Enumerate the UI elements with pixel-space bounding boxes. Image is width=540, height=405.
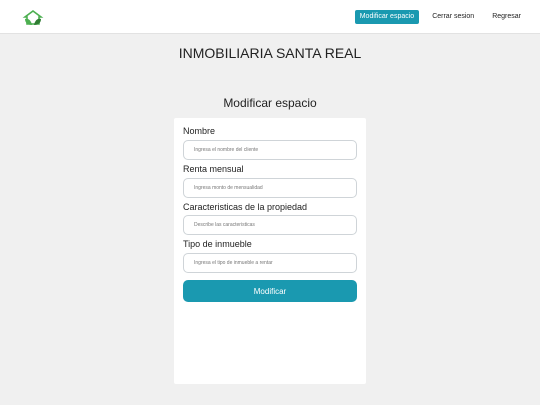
nav-link-cerrar-sesion[interactable]: Cerrar sesion xyxy=(427,10,479,24)
tipo-inmueble-label: Tipo de inmueble xyxy=(183,239,252,249)
brand-title: INMOBILIARIA SANTA REAL xyxy=(178,45,362,61)
nav-link-regresar[interactable]: Regresar xyxy=(487,10,526,24)
leaf-house-icon[interactable] xyxy=(22,9,44,27)
nav-links: Modificar espacio Cerrar sesion Regresar xyxy=(354,10,526,24)
tipo-inmueble-input[interactable] xyxy=(183,253,357,273)
caracteristicas-label: Caracteristicas de la propiedad xyxy=(183,202,308,212)
nombre-label: Nombre xyxy=(183,126,216,136)
caracteristicas-input[interactable] xyxy=(183,215,357,235)
modificar-button[interactable]: Modificar xyxy=(183,280,357,302)
renta-mensual-label: Renta mensual xyxy=(183,164,244,174)
nombre-input[interactable] xyxy=(183,140,357,160)
page-title: Modificar espacio xyxy=(223,96,317,110)
renta-mensual-input[interactable] xyxy=(183,178,357,198)
nav-link-modificar-espacio[interactable]: Modificar espacio xyxy=(354,10,420,24)
form-card: Nombre Renta mensual Caracteristicas de … xyxy=(174,118,366,384)
top-navbar: Modificar espacio Cerrar sesion Regresar xyxy=(0,0,540,34)
